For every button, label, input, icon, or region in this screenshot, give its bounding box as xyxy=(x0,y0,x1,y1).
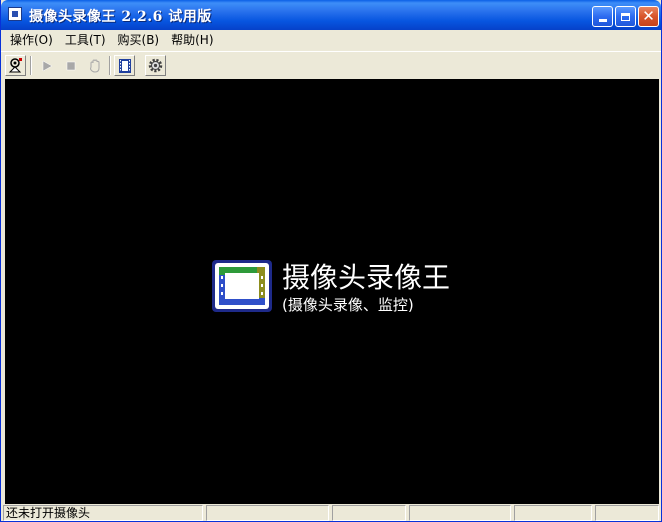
app-icon[interactable] xyxy=(8,7,22,21)
open-camera-button[interactable] xyxy=(5,55,26,76)
gear-icon xyxy=(148,58,163,73)
stop-button[interactable] xyxy=(60,55,81,76)
maximize-button[interactable] xyxy=(615,6,636,27)
settings-button[interactable] xyxy=(145,55,166,76)
film-icon xyxy=(118,58,131,73)
splash-subtitle: (摄像头录像、监控) xyxy=(282,296,414,314)
minimize-icon xyxy=(598,19,607,22)
app-window: 摄像头录像王 2.2.6 试用版 ✕ 操作(O) 工具(T) 购买(B) 帮助(… xyxy=(0,0,662,522)
status-panel xyxy=(595,505,659,521)
maximize-icon xyxy=(621,12,630,21)
splash-app-name: 摄像头录像王 xyxy=(282,261,451,294)
status-panel xyxy=(514,505,592,521)
stop-icon xyxy=(66,61,75,70)
status-message: 还未打开摄像头 xyxy=(3,505,203,521)
status-bar: 还未打开摄像头 xyxy=(1,504,661,521)
status-panel xyxy=(409,505,511,521)
close-button[interactable]: ✕ xyxy=(638,6,659,27)
pan-button[interactable] xyxy=(84,55,105,76)
window-title: 摄像头录像王 2.2.6 试用版 xyxy=(29,9,212,25)
menu-operation[interactable]: 操作(O) xyxy=(1,30,59,50)
menu-tools[interactable]: 工具(T) xyxy=(59,30,112,50)
status-panel xyxy=(206,505,329,521)
camera-connect-icon xyxy=(8,58,22,73)
status-panel xyxy=(332,505,406,521)
menu-bar: 操作(O) 工具(T) 购买(B) 帮助(H) xyxy=(1,30,661,50)
play-icon xyxy=(42,60,53,71)
play-button[interactable] xyxy=(36,55,57,76)
title-bar[interactable]: 摄像头录像王 2.2.6 试用版 ✕ xyxy=(1,0,661,30)
menu-buy[interactable]: 购买(B) xyxy=(112,30,166,50)
menu-help[interactable]: 帮助(H) xyxy=(165,30,219,50)
toolbar xyxy=(1,51,661,78)
hand-icon xyxy=(89,58,99,73)
minimize-button[interactable] xyxy=(592,6,613,27)
video-display[interactable]: 摄像头录像王 (摄像头录像、监控) xyxy=(5,79,659,504)
close-icon: ✕ xyxy=(642,7,655,25)
toolbar-separator xyxy=(30,56,32,75)
toolbar-separator xyxy=(109,56,111,75)
app-logo xyxy=(212,260,272,312)
recordings-button[interactable] xyxy=(114,55,135,76)
